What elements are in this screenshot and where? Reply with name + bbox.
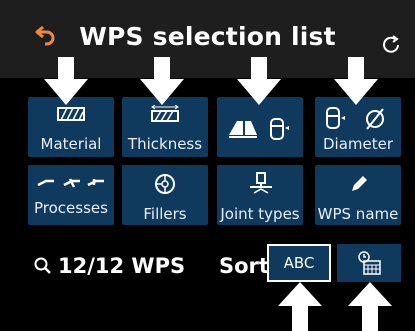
search-icon xyxy=(34,257,51,274)
pointer-arrow-down-icon xyxy=(140,57,184,105)
filter-tile-joint-types[interactable]: Joint types xyxy=(217,165,303,225)
filter-tile-processes[interactable]: Processes xyxy=(28,165,114,225)
filter-wire-icon xyxy=(155,174,175,194)
pointer-arrow-down-icon xyxy=(237,57,281,105)
refresh-icon[interactable] xyxy=(379,33,403,57)
pencil-icon xyxy=(352,176,367,191)
joint-shape-icon xyxy=(229,118,289,140)
thickness-icon xyxy=(151,105,179,122)
filter-tile-wps-name[interactable]: WPS name xyxy=(315,165,401,225)
filter-label: WPS name xyxy=(317,205,399,223)
filter-label: Fillers xyxy=(143,205,187,223)
pointer-arrow-down-icon xyxy=(334,57,378,105)
diameter-icon xyxy=(326,107,384,130)
joint-types-icon xyxy=(250,172,272,194)
filter-label: Thickness xyxy=(127,135,203,153)
sort-label: Sort xyxy=(219,254,269,278)
sort-abc-button[interactable]: ABC xyxy=(267,244,331,282)
page-title: WPS selection list xyxy=(79,22,336,51)
filter-label: Diameter xyxy=(322,135,394,153)
wps-count-text: 12/12 WPS xyxy=(58,254,186,278)
material-icon xyxy=(57,107,85,121)
wps-count: 12/12 WPS xyxy=(34,254,185,278)
filter-label: Joint types xyxy=(220,205,300,223)
pointer-arrow-up-icon xyxy=(348,282,392,331)
filter-label: Material xyxy=(40,135,102,153)
filter-tile-fillers[interactable]: Fillers xyxy=(122,165,208,225)
pointer-arrow-down-icon xyxy=(44,57,88,105)
pointer-arrow-up-icon xyxy=(278,282,322,331)
filter-label: Processes xyxy=(34,199,108,217)
sort-date-button[interactable] xyxy=(337,244,401,282)
processes-icon xyxy=(37,178,104,188)
calendar-clock-icon xyxy=(358,251,381,275)
